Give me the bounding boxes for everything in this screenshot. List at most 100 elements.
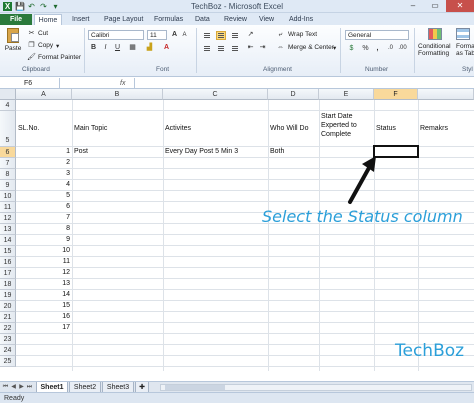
row-header-25[interactable]: 25	[0, 356, 16, 367]
row-header-5[interactable]: 5	[0, 111, 16, 147]
grow-font-icon[interactable]: A	[170, 30, 179, 39]
increase-indent-icon[interactable]: ⇥	[258, 43, 267, 52]
font-size-select[interactable]: 11	[147, 30, 167, 40]
align-left-icon[interactable]	[202, 44, 212, 53]
row-header-4[interactable]: 4	[0, 100, 16, 111]
cell-a10[interactable]: 5	[16, 192, 70, 199]
column-header-g[interactable]	[418, 89, 474, 100]
header-activities[interactable]: Activites	[165, 125, 191, 132]
decrease-indent-icon[interactable]: ⇤	[246, 43, 255, 52]
italic-button[interactable]: I	[101, 43, 110, 52]
row-header-21[interactable]: 21	[0, 312, 16, 323]
name-box[interactable]: F6	[0, 78, 60, 89]
row-header-22[interactable]: 22	[0, 323, 16, 334]
cell-a13[interactable]: 8	[16, 225, 70, 232]
cell-a17[interactable]: 12	[16, 269, 70, 276]
first-sheet-icon[interactable]: ⏮	[2, 383, 9, 392]
tab-insert[interactable]: Insert	[72, 14, 90, 25]
row-header-11[interactable]: 11	[0, 202, 16, 213]
row-header-15[interactable]: 15	[0, 246, 16, 257]
cut-button[interactable]: Cut	[38, 30, 48, 37]
formula-input[interactable]	[134, 78, 474, 89]
bold-button[interactable]: B	[89, 43, 98, 52]
row-header-20[interactable]: 20	[0, 301, 16, 312]
align-center-icon[interactable]	[216, 44, 226, 53]
shrink-font-icon[interactable]: A	[180, 31, 189, 40]
row-header-7[interactable]: 7	[0, 158, 16, 169]
cell-d6[interactable]: Both	[270, 148, 284, 155]
comma-button[interactable]: ,	[373, 44, 382, 53]
cell-a7[interactable]: 2	[16, 159, 70, 166]
copy-dropdown-icon[interactable]: ▾	[56, 42, 59, 50]
column-header-d[interactable]: D	[268, 89, 319, 100]
align-right-icon[interactable]	[230, 44, 240, 53]
font-name-select[interactable]: Calibri	[88, 30, 144, 40]
decrease-decimal-icon[interactable]: .00	[398, 44, 407, 53]
row-header-16[interactable]: 16	[0, 257, 16, 268]
cell-a16[interactable]: 11	[16, 258, 70, 265]
cell-a9[interactable]: 4	[16, 181, 70, 188]
conditional-formatting-button[interactable]: Conditional Formatting	[418, 28, 452, 64]
column-header-b[interactable]: B	[72, 89, 163, 100]
cell-a22[interactable]: 17	[16, 324, 70, 331]
column-header-a[interactable]: A	[16, 89, 72, 100]
cell-a8[interactable]: 3	[16, 170, 70, 177]
row-header-24[interactable]: 24	[0, 345, 16, 356]
orientation-icon[interactable]: ↗	[246, 30, 255, 39]
cell-a21[interactable]: 16	[16, 313, 70, 320]
align-bottom-icon[interactable]	[230, 31, 240, 40]
row-header-19[interactable]: 19	[0, 290, 16, 301]
cell-a6[interactable]: 1	[16, 148, 70, 155]
header-sl-no[interactable]: SL.No.	[18, 125, 39, 132]
tab-add-ins[interactable]: Add-Ins	[289, 14, 313, 25]
close-button[interactable]: ✕	[446, 0, 474, 12]
borders-icon[interactable]: ▦	[128, 43, 137, 52]
column-header-c[interactable]: C	[163, 89, 268, 100]
wrap-text-button[interactable]: Wrap Text	[288, 31, 317, 38]
format-painter-button[interactable]: Format Painter	[38, 54, 81, 61]
prev-sheet-icon[interactable]: ◀	[10, 383, 17, 392]
cell-a12[interactable]: 7	[16, 214, 70, 221]
cell-b6[interactable]: Post	[74, 148, 88, 155]
row-header-10[interactable]: 10	[0, 191, 16, 202]
cell-a20[interactable]: 15	[16, 302, 70, 309]
header-status[interactable]: Status	[376, 125, 396, 132]
underline-button[interactable]: U	[113, 43, 122, 52]
cell-a18[interactable]: 13	[16, 280, 70, 287]
minimize-button[interactable]: –	[402, 0, 424, 12]
header-start-date[interactable]: Start Date Experted to Complete	[321, 112, 373, 139]
align-top-icon[interactable]	[202, 31, 212, 40]
row-header-23[interactable]: 23	[0, 334, 16, 345]
fx-icon[interactable]: fx	[120, 78, 125, 89]
cell-c6[interactable]: Every Day Post 5 Min 3	[165, 148, 238, 155]
tab-home[interactable]: Home	[34, 14, 62, 25]
font-color-icon[interactable]: A	[162, 43, 171, 52]
increase-decimal-icon[interactable]: .0	[386, 44, 395, 53]
row-header-8[interactable]: 8	[0, 169, 16, 180]
row-header-17[interactable]: 17	[0, 268, 16, 279]
currency-button[interactable]: $	[347, 44, 356, 53]
column-header-f[interactable]: F	[374, 89, 418, 100]
row-header-14[interactable]: 14	[0, 235, 16, 246]
row-header-12[interactable]: 12	[0, 213, 16, 224]
last-sheet-icon[interactable]: ⏭	[26, 383, 33, 392]
row-header-13[interactable]: 13	[0, 224, 16, 235]
maximize-button[interactable]: ▭	[424, 0, 446, 12]
align-middle-icon[interactable]	[216, 31, 226, 40]
next-sheet-icon[interactable]: ▶	[18, 383, 25, 392]
row-header-6[interactable]: 6	[0, 147, 16, 158]
cell-a15[interactable]: 10	[16, 247, 70, 254]
fill-color-icon[interactable]: ▟	[145, 43, 154, 52]
number-format-select[interactable]: General	[345, 30, 409, 40]
copy-button[interactable]: Copy	[38, 42, 53, 49]
percent-button[interactable]: %	[361, 44, 370, 53]
row-header-18[interactable]: 18	[0, 279, 16, 290]
horizontal-scrollbar[interactable]	[160, 384, 472, 391]
tab-data[interactable]: Data	[195, 14, 210, 25]
tab-file[interactable]: File	[0, 14, 32, 25]
merge-dropdown-icon[interactable]: ▾	[333, 44, 336, 52]
header-who-will-do[interactable]: Who Will Do	[270, 125, 309, 132]
tab-formulas[interactable]: Formulas	[154, 14, 183, 25]
row-header-9[interactable]: 9	[0, 180, 16, 191]
tab-view[interactable]: View	[259, 14, 274, 25]
